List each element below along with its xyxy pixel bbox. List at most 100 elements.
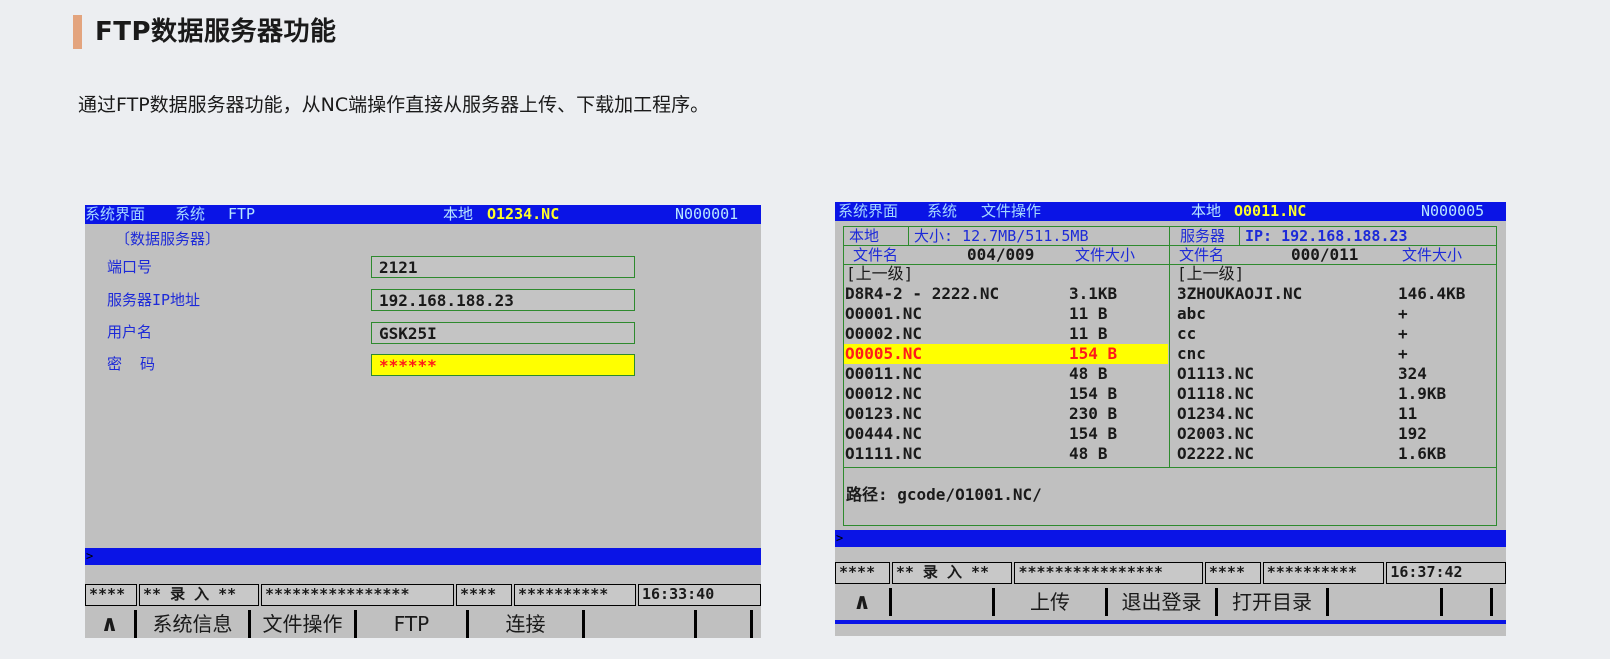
status-cell: **** [1204,562,1261,584]
server-file-row[interactable]: O2222.NC 1.6KB [1176,444,1496,464]
file-name: cc [1177,324,1197,343]
file-name: O0444.NC [845,424,923,443]
breadcrumb-system: 系统 [927,202,958,220]
softkey-file-ops[interactable]: 文件操作 [251,610,357,638]
local-label: 本地 [443,205,474,223]
page-title: FTP数据服务器功能 [95,17,337,47]
file-name: O1234.NC [1177,404,1255,423]
file-size: 192 [1398,424,1427,443]
command-line[interactable]: > [835,530,1506,547]
status-cell: **************** [1014,562,1203,584]
local-col-size: 文件大小 [1075,246,1136,264]
server-file-row[interactable]: O1234.NC 11 [1176,404,1496,424]
softkey-empty[interactable] [1443,588,1493,616]
file-name: O1113.NC [1177,364,1255,383]
softkey-connect[interactable]: 连接 [469,610,585,638]
path-separator [843,467,1497,468]
file-size: 146.4KB [1398,284,1466,303]
breadcrumb-ftp: FTP [228,205,256,223]
file-size: 48 B [1069,444,1108,463]
file-size: + [1398,324,1408,343]
password-label: 密 码 [107,355,156,373]
username-field[interactable]: GSK25I [371,322,635,344]
softkey-open-dir[interactable]: 打开目录 [1218,588,1329,616]
server-file-row[interactable]: 3ZHOUKAOJI.NC 146.4KB [1176,284,1496,304]
softkey-row: ∧ 上传 退出登录 打开目录 [835,588,1506,624]
file-name: O0123.NC [845,404,923,423]
file-size: 154 B [1069,384,1118,403]
file-name: abc [1177,304,1206,323]
local-file-row[interactable]: O0001.NC 11 B [844,304,1168,324]
file-name: O0011.NC [845,364,923,383]
page-description: 通过FTP数据服务器功能，从NC端操作直接从服务器上传、下载加工程序。 [78,94,710,116]
local-file-row[interactable]: O0012.NC 154 B [844,384,1168,404]
file-operation-screen: 系统界面 系统 文件操作 本地 O0011.NC N000005 本地 大小: … [835,202,1506,636]
local-file-row[interactable]: O0011.NC 48 B [844,364,1168,384]
softkey-upload[interactable]: 上传 [995,588,1108,616]
softkey-logout[interactable]: 退出登录 [1108,588,1218,616]
local-file-row[interactable]: O0005.NC 154 B [844,344,1168,364]
local-size-text: 大小: 12.7MB/511.5MB [914,227,1089,245]
status-cell: **** [85,584,137,606]
breadcrumb-file-ops: 文件操作 [981,202,1042,220]
local-file-row[interactable]: O0444.NC 154 B [844,424,1168,444]
local-parent-dir[interactable]: [上一级] [846,264,913,284]
softkey-empty[interactable] [892,588,995,616]
server-col-name: 文件名 [1179,246,1225,264]
local-file-row[interactable]: O0002.NC 11 B [844,324,1168,344]
port-field[interactable]: 2121 [371,256,635,278]
server-ip: IP: 192.168.188.23 [1245,227,1408,245]
file-name: O2003.NC [1177,424,1255,443]
server-ip-label: 服务器IP地址 [107,291,201,309]
local-file-row[interactable]: O0123.NC 230 B [844,404,1168,424]
mode-indicator: ** 录 入 ** [891,562,1013,584]
server-file-row[interactable]: abc + [1176,304,1496,324]
softkey-back[interactable]: ∧ [835,588,892,616]
port-label: 端口号 [107,258,153,276]
cell-divider [908,226,909,245]
file-name: O1118.NC [1177,384,1255,403]
sequence-number: N000001 [675,205,739,223]
local-file-row[interactable]: O1111.NC 48 B [844,444,1168,464]
status-row: **** ** 录 入 ** **************** **** ***… [835,562,1506,584]
local-file-row[interactable]: D8R4-2 - 2222.NC 3.1KB [844,284,1168,304]
server-file-row[interactable]: O1118.NC 1.9KB [1176,384,1496,404]
softkey-ftp[interactable]: FTP [357,610,469,638]
local-file-count: 004/009 [967,245,1035,264]
clock: 16:37:42 [1386,562,1506,584]
softkey-empty[interactable] [1329,588,1443,616]
mode-indicator: ** 录 入 ** [139,584,259,606]
server-file-row[interactable]: cc + [1176,324,1496,344]
file-size: 1.9KB [1398,384,1447,403]
breadcrumb-system-ui: 系统界面 [838,202,899,220]
file-name: O0005.NC [845,344,923,363]
softkey-empty[interactable] [585,610,697,638]
file-size: 154 B [1069,344,1118,363]
status-cell: **** [835,562,890,584]
screen2-titlebar: 系统界面 系统 文件操作 本地 O0011.NC N000005 [835,202,1506,221]
command-line[interactable]: > [85,548,761,565]
softkey-system-info[interactable]: 系统信息 [137,610,251,638]
softkey-empty[interactable] [697,610,753,638]
username-label: 用户名 [107,323,153,341]
server-file-row[interactable]: O1113.NC 324 [1176,364,1496,384]
cell-divider [1239,226,1240,245]
server-ip-field[interactable]: 192.168.188.23 [371,289,635,311]
server-parent-dir[interactable]: [上一级] [1177,264,1244,284]
server-panel-title: 服务器 [1180,227,1226,245]
current-program: O0011.NC [1234,202,1307,220]
breadcrumb-system-ui: 系统界面 [85,205,146,223]
current-path: 路径: gcode/O1001.NC/ [846,485,1042,504]
file-size: 1.6KB [1398,444,1447,463]
file-name: O0001.NC [845,304,923,323]
file-name: O1111.NC [845,444,923,463]
screen1-titlebar: 系统界面 系统 FTP 本地 O1234.NC N000001 [85,205,761,224]
clock: 16:33:40 [638,584,761,606]
file-name: 3ZHOUKAOJI.NC [1177,284,1303,303]
local-panel-title: 本地 [849,227,880,245]
server-file-row[interactable]: cnc + [1176,344,1496,364]
password-field[interactable]: ****** [371,354,635,376]
softkey-back[interactable]: ∧ [85,610,137,638]
breadcrumb-system: 系统 [175,205,206,223]
server-file-row[interactable]: O2003.NC 192 [1176,424,1496,444]
